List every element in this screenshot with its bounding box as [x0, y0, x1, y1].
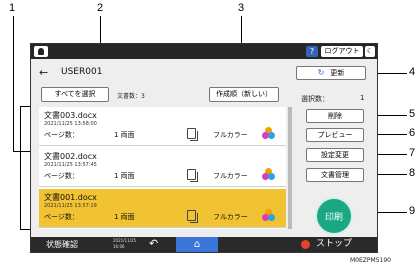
document-date: 2021/11/25 13:57:19: [44, 203, 97, 209]
list-bracket: [20, 106, 30, 230]
document-date: 2021/11/25 13:58:00: [44, 121, 97, 127]
preview-button[interactable]: プレビュー: [306, 128, 364, 142]
home-button[interactable]: ⌂: [176, 237, 218, 252]
energy-saver-icon[interactable]: ☾: [365, 46, 375, 57]
list-scrollbar[interactable]: [288, 107, 292, 229]
leader-line-1: [13, 16, 14, 152]
document-name: 文書003.docx: [44, 111, 97, 120]
pages-value: 1 両面: [114, 213, 135, 221]
duplex-icon: [187, 169, 198, 182]
document-row[interactable]: 文書003.docx 2021/11/25 13:58:00 ページ数： 1 両…: [39, 107, 286, 146]
select-all-button[interactable]: すべてを選択: [41, 87, 109, 102]
print-button[interactable]: 印刷: [315, 197, 353, 235]
color-mode: フルカラー: [213, 213, 248, 221]
refresh-icon: ↻: [317, 68, 325, 77]
document-row[interactable]: 文書002.docx 2021/11/25 13:57:45 ページ数： 1 両…: [39, 148, 286, 187]
refresh-button[interactable]: ↻ 更新: [296, 66, 366, 80]
callout-5: 5: [409, 108, 416, 120]
selection-count-value: 1: [360, 94, 365, 102]
color-mode: フルカラー: [213, 131, 248, 139]
figure-code: M0EZPM5190: [350, 257, 391, 264]
callout-6: 6: [409, 127, 416, 139]
pages-label: ページ数：: [44, 213, 79, 221]
callout-7: 7: [409, 147, 416, 159]
document-name: 文書001.docx: [44, 193, 97, 202]
clock: 2021/11/25 16:06: [113, 238, 136, 250]
callout-9: 9: [409, 205, 416, 217]
document-list: 文書003.docx 2021/11/25 13:58:00 ページ数： 1 両…: [39, 107, 286, 229]
stop-icon[interactable]: [301, 240, 310, 249]
selection-count-label: 選択数：: [301, 95, 329, 103]
status-check-button[interactable]: 状態確認: [39, 238, 85, 251]
pages-label: ページ数：: [44, 131, 79, 139]
document-row-selected[interactable]: 文書001.docx 2021/11/25 13:57:19 ページ数： 1 両…: [39, 189, 286, 228]
callout-2: 2: [97, 2, 104, 14]
full-color-icon: [262, 168, 276, 181]
duplex-icon: [187, 128, 198, 141]
sort-order-button[interactable]: 作成順（新しい）: [209, 87, 279, 102]
pages-value: 1 両面: [114, 172, 135, 180]
duplex-icon: [187, 210, 198, 223]
scrollbar-thumb[interactable]: [288, 107, 292, 229]
document-date: 2021/11/25 13:57:45: [44, 162, 97, 168]
user-name: USER001: [61, 67, 103, 77]
change-settings-button[interactable]: 設定変更: [306, 148, 364, 162]
delete-button[interactable]: 削除: [306, 109, 364, 123]
document-count: 文書数：3: [117, 93, 145, 100]
callout-4: 4: [409, 66, 416, 78]
logout-button[interactable]: ログアウト: [321, 46, 363, 57]
top-bar: ? ログアウト ☾: [31, 44, 377, 59]
pages-label: ページ数：: [44, 172, 79, 180]
clock-time: 16:06: [113, 244, 125, 249]
device-screen: ? ログアウト ☾ ← USER001 ↻ 更新 すべてを選択 文書数：3 作成順…: [30, 43, 378, 253]
help-button[interactable]: ?: [306, 46, 318, 57]
full-color-icon: [262, 127, 276, 140]
pages-value: 1 両面: [114, 131, 135, 139]
back-icon[interactable]: ↶: [149, 237, 158, 250]
user-icon[interactable]: [34, 46, 48, 57]
back-arrow-icon[interactable]: ←: [39, 66, 48, 79]
callout-3: 3: [238, 2, 245, 14]
color-mode: フルカラー: [213, 172, 248, 180]
callout-8: 8: [409, 167, 416, 179]
refresh-label: 更新: [330, 69, 345, 77]
stop-button[interactable]: ストップ: [316, 238, 352, 251]
document-name: 文書002.docx: [44, 152, 97, 161]
callout-1: 1: [9, 2, 16, 14]
status-bar: 状態確認 2021/11/25 16:06 ↶ ⌂ ストップ: [31, 237, 377, 252]
full-color-icon: [262, 209, 276, 222]
document-management-button[interactable]: 文書管理: [306, 168, 364, 182]
